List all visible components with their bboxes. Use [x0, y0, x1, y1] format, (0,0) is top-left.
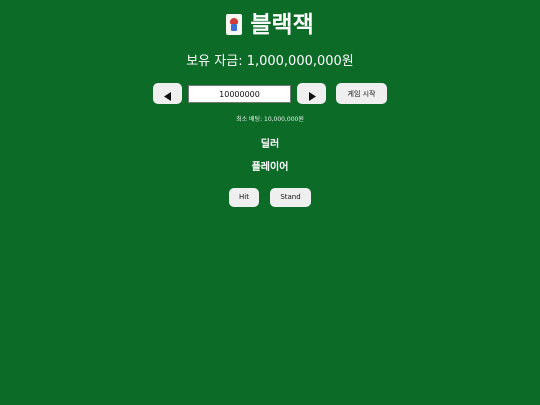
page-title-text: 블랙잭 [250, 12, 314, 38]
stand-button[interactable]: Stand [270, 188, 311, 207]
triangle-right-icon [308, 92, 316, 101]
decrease-bet-button[interactable] [153, 83, 182, 104]
blackjack-page: 블랙잭 보유 자금: 1,000,000,000원 게임 시작 최소 배팅: 1… [0, 0, 540, 405]
player-label: 플레이어 [251, 162, 289, 173]
min-bet-text: 최소 배팅: 10,000,000원 [236, 116, 304, 123]
dealer-label: 딜러 [260, 139, 280, 150]
funds-display: 보유 자금: 1,000,000,000원 [186, 54, 354, 69]
triangle-left-icon [163, 92, 171, 101]
page-title: 블랙잭 [0, 10, 540, 40]
increase-bet-button[interactable] [297, 83, 326, 104]
hit-button[interactable]: Hit [229, 188, 259, 207]
joker-card-icon [226, 14, 243, 35]
start-game-button[interactable]: 게임 시작 [336, 83, 387, 104]
bet-amount-input[interactable] [188, 85, 291, 103]
bet-controls: 게임 시작 [0, 83, 540, 105]
